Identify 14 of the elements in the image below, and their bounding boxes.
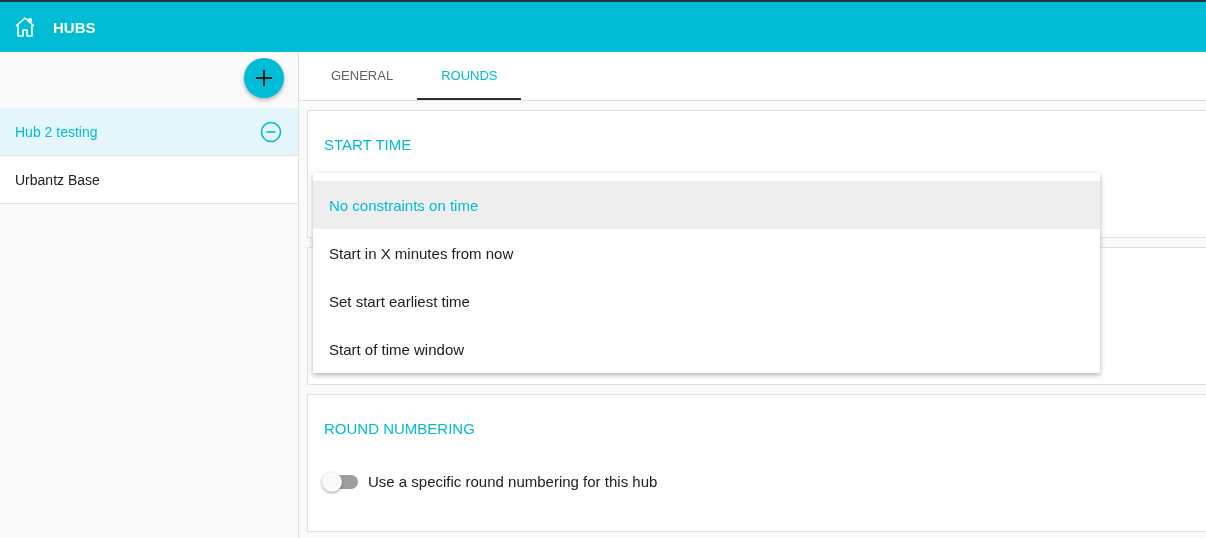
section-title: START TIME [324, 136, 413, 153]
toggle-switch[interactable] [324, 474, 358, 489]
toggle-label: Use a specific round numbering for this hub [368, 473, 658, 490]
plus-icon [255, 69, 273, 87]
remove-icon[interactable] [260, 120, 282, 143]
menu-option[interactable]: Start of time window [313, 325, 1100, 373]
menu-option[interactable]: Set start earliest time [313, 277, 1100, 325]
hub-list-item[interactable]: Urbantz Base [0, 156, 298, 204]
tab[interactable]: GENERAL [307, 52, 418, 100]
page-title: HUBS [53, 18, 96, 36]
section-title: ROUND NUMBERING [324, 420, 476, 437]
menu-option[interactable]: Start in X minutes from now [313, 229, 1100, 277]
home-icon[interactable] [13, 15, 37, 39]
add-button[interactable] [244, 58, 284, 98]
